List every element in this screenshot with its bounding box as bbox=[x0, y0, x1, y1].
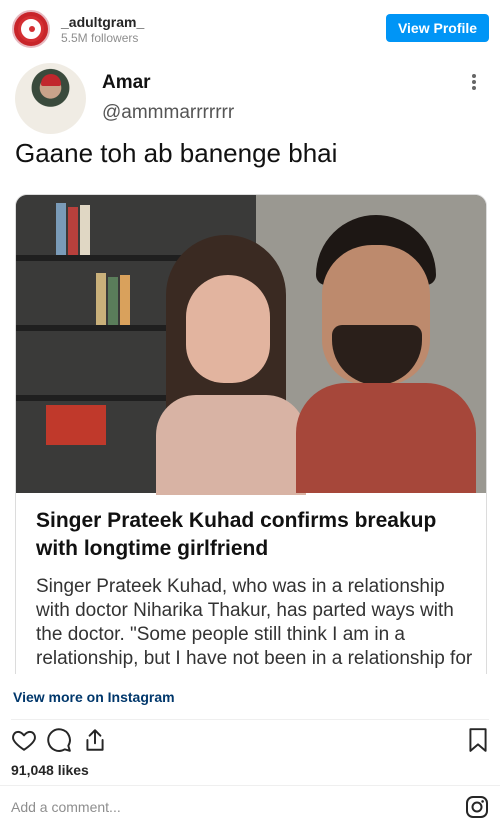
tweet-author-handle: @ammmarrrrrrr bbox=[102, 102, 235, 123]
bookmark-icon[interactable] bbox=[465, 727, 491, 753]
tweet-avatar bbox=[15, 63, 86, 134]
share-icon[interactable] bbox=[82, 727, 108, 753]
book bbox=[96, 273, 106, 325]
avatar-hat-shape bbox=[41, 74, 61, 86]
tweet-text: Gaane toh ab banenge bhai bbox=[15, 138, 338, 168]
account-username[interactable]: _adultgram_ bbox=[61, 14, 144, 30]
body bbox=[156, 395, 306, 495]
heart-icon[interactable] bbox=[11, 727, 37, 753]
face bbox=[186, 275, 270, 383]
body bbox=[296, 383, 476, 493]
divider bbox=[11, 719, 489, 720]
typewriter bbox=[46, 405, 106, 445]
book bbox=[80, 205, 90, 255]
book bbox=[68, 207, 78, 255]
divider bbox=[0, 785, 500, 786]
view-profile-button[interactable]: View Profile bbox=[386, 14, 489, 42]
tweet-author-name: Amar bbox=[102, 72, 151, 93]
instagram-icon[interactable] bbox=[465, 795, 489, 819]
follower-count: 5.5M followers bbox=[61, 31, 139, 45]
news-headline: Singer Prateek Kuhad confirms breakup wi… bbox=[36, 509, 437, 560]
post-header: _adultgram_ 5.5M followers View Profile bbox=[0, 0, 500, 56]
view-more-link[interactable]: View more on Instagram bbox=[13, 689, 175, 705]
news-card: Singer Prateek Kuhad confirms breakup wi… bbox=[15, 194, 487, 674]
post-image[interactable]: Amar @ammmarrrrrrr Gaane toh ab banenge … bbox=[0, 56, 500, 674]
comment-input[interactable]: Add a comment... bbox=[11, 799, 121, 815]
avatar-logo-icon bbox=[18, 16, 44, 42]
news-body: Singer Prateek Kuhad, who was in a relat… bbox=[36, 576, 473, 674]
news-photo bbox=[16, 195, 486, 495]
book bbox=[120, 275, 130, 325]
comment-icon[interactable] bbox=[46, 727, 72, 753]
account-avatar[interactable] bbox=[12, 10, 50, 48]
book bbox=[56, 203, 66, 255]
book bbox=[108, 277, 118, 325]
man-figure bbox=[296, 215, 476, 493]
woman-figure bbox=[156, 235, 316, 495]
more-dots-icon bbox=[468, 72, 480, 94]
avatar-logo-dot bbox=[29, 26, 35, 32]
like-count[interactable]: 91,048 likes bbox=[11, 762, 89, 778]
